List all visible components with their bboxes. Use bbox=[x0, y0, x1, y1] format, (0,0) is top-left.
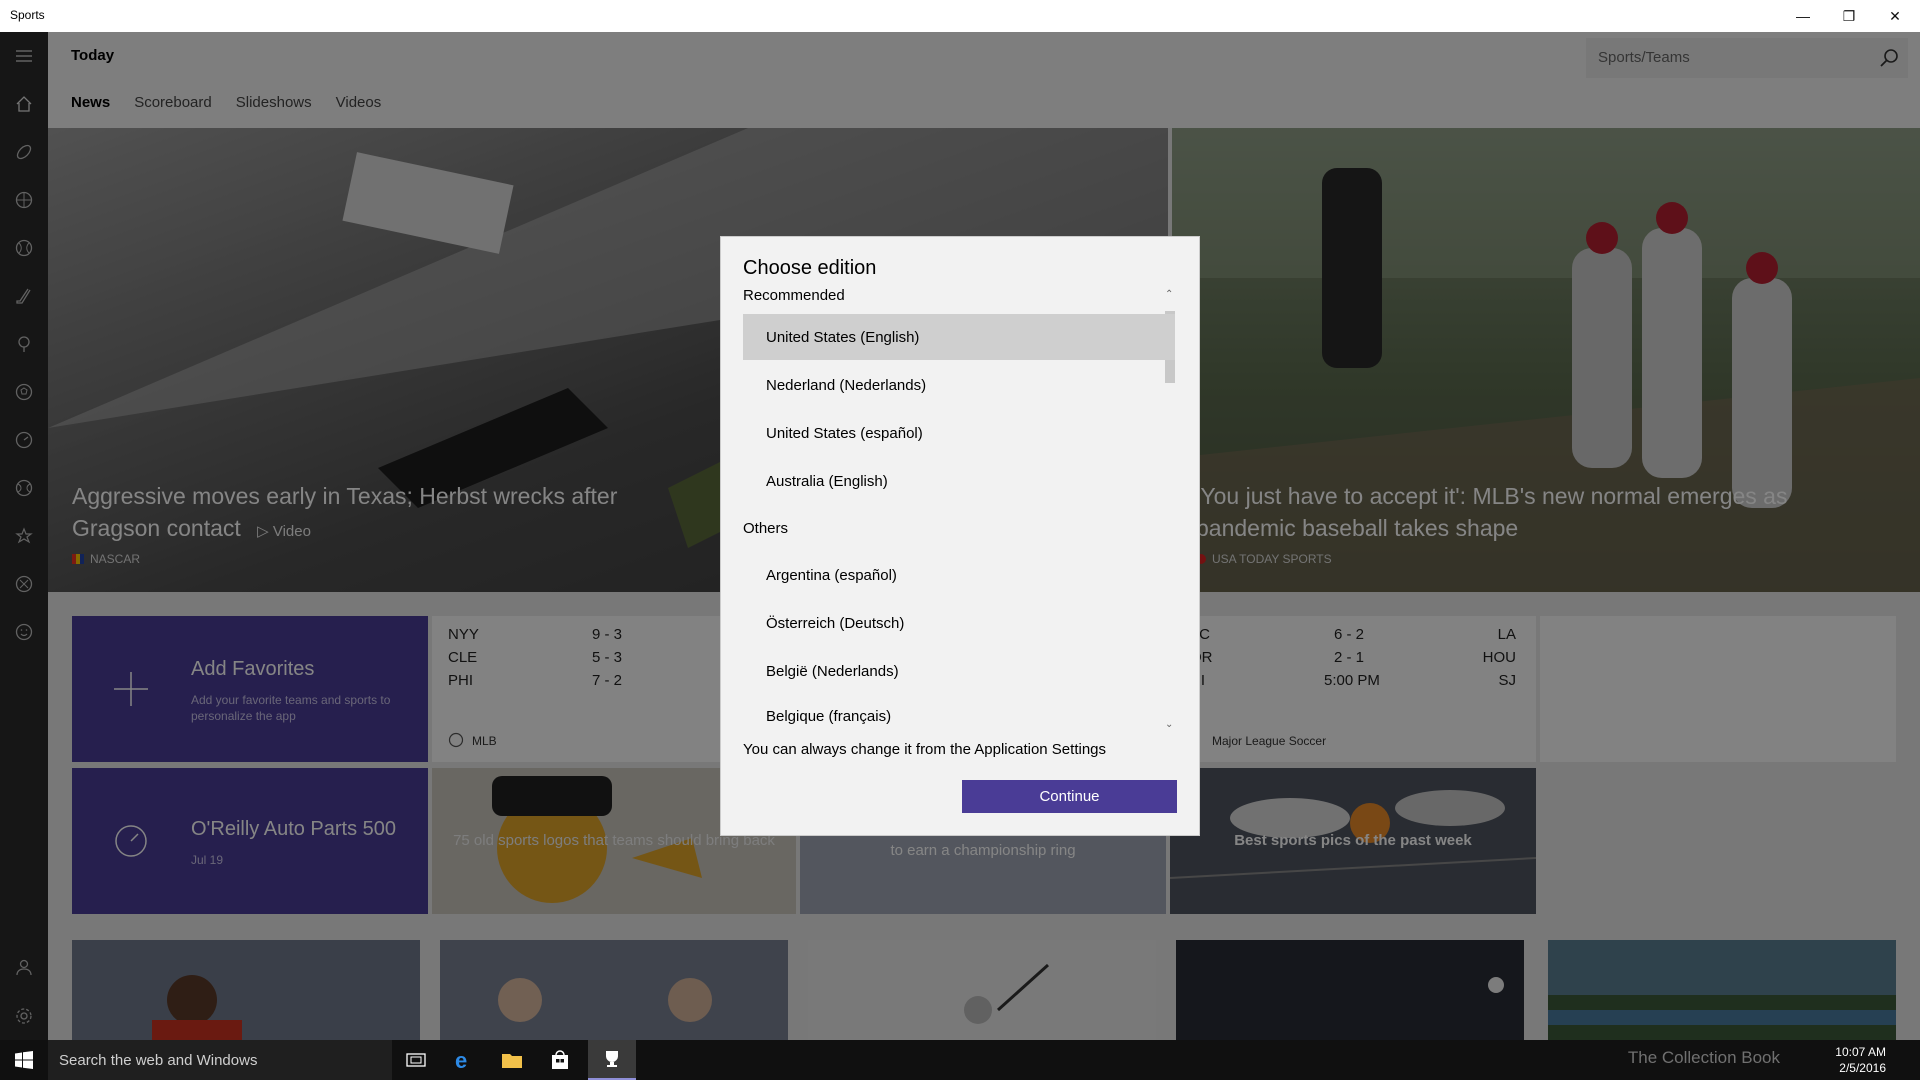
others-heading: Others bbox=[743, 520, 789, 537]
taskbar-search[interactable] bbox=[48, 1040, 392, 1080]
taskbar-search-input[interactable] bbox=[59, 1052, 379, 1069]
edition-option[interactable]: Österreich (Deutsch) bbox=[743, 600, 1175, 646]
recommended-heading: Recommended bbox=[743, 287, 845, 304]
dialog-title: Choose edition bbox=[743, 257, 877, 279]
minimize-icon[interactable]: — bbox=[1780, 0, 1826, 32]
edition-option[interactable]: Australia (English) bbox=[743, 458, 1175, 504]
edition-option[interactable]: Nederland (Nederlands) bbox=[743, 362, 1175, 408]
choose-edition-dialog: Choose edition Recommended ⌃ United Stat… bbox=[720, 236, 1200, 836]
clock-time: 10:07 AM bbox=[1835, 1045, 1886, 1059]
restore-icon[interactable]: ❐ bbox=[1826, 0, 1872, 32]
clock-date: 2/5/2016 bbox=[1839, 1061, 1886, 1075]
edition-option[interactable]: België (Nederlands) bbox=[743, 648, 1175, 694]
edition-option[interactable]: Belgique (français) bbox=[743, 696, 1175, 736]
close-icon[interactable]: ✕ bbox=[1872, 0, 1918, 32]
watermark-text: The Collection Book bbox=[1627, 1048, 1780, 1067]
windows-start-icon[interactable] bbox=[0, 1040, 48, 1080]
edition-option[interactable]: United States (English) bbox=[743, 314, 1175, 360]
task-view-icon[interactable] bbox=[392, 1040, 440, 1080]
dialog-note: You can always change it from the Applic… bbox=[743, 741, 1107, 758]
scroll-up-icon[interactable]: ⌃ bbox=[1165, 289, 1173, 300]
scroll-down-icon[interactable]: ⌄ bbox=[1165, 719, 1173, 730]
sports-app-icon[interactable] bbox=[588, 1040, 636, 1080]
store-icon[interactable] bbox=[536, 1040, 584, 1080]
file-explorer-icon[interactable] bbox=[488, 1040, 536, 1080]
edition-option[interactable]: Argentina (español) bbox=[743, 552, 1175, 598]
app-title: Sports bbox=[10, 8, 45, 22]
system-clock[interactable]: 10:07 AM 2/5/2016 bbox=[1835, 1044, 1886, 1076]
edition-option[interactable]: United States (español) bbox=[743, 410, 1175, 456]
edge-browser-icon[interactable]: e bbox=[440, 1040, 488, 1080]
continue-button[interactable]: Continue bbox=[962, 780, 1177, 813]
svg-text:e: e bbox=[455, 1049, 467, 1071]
title-bar: Sports — ❐ ✕ bbox=[0, 0, 1920, 32]
taskbar: e The Collection Book 10:07 AM 2/5/2016 bbox=[0, 1040, 1920, 1080]
